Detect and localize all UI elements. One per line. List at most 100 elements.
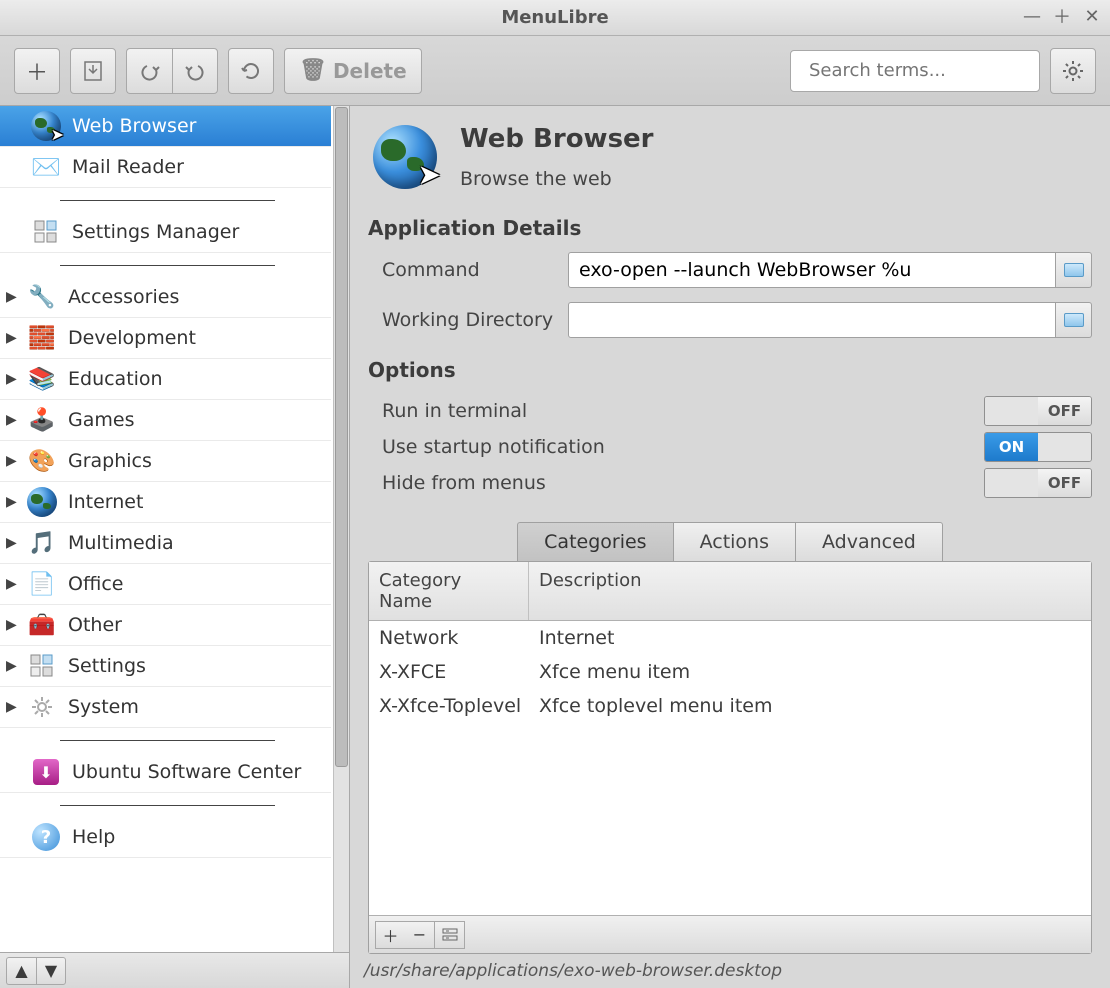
window-controls: — ＋ ✕ — [1020, 4, 1104, 28]
entry-header: ➤ Web Browser Browse the web — [368, 120, 1092, 206]
help-icon: ? — [30, 821, 62, 853]
command-label: Command — [368, 259, 558, 281]
option-toggle[interactable]: ONOFF — [984, 432, 1092, 462]
sidebar-item[interactable]: Settings Manager — [0, 212, 331, 253]
working-directory-input[interactable] — [568, 302, 1056, 338]
category-description: Xfce menu item — [539, 661, 690, 683]
toolbar: ＋ 🗑 Delete — [0, 36, 1110, 106]
refresh-button[interactable] — [228, 48, 274, 94]
option-row: Hide from menusONOFF — [368, 468, 1092, 498]
expand-icon: ▶ — [6, 658, 16, 674]
command-input[interactable] — [568, 252, 1056, 288]
sidebar-item[interactable]: ✉️Mail Reader — [0, 147, 331, 188]
expand-icon: ▶ — [6, 289, 16, 305]
clear-icon — [442, 927, 458, 943]
sidebar-item[interactable]: ▶📄Office — [0, 564, 331, 605]
category-row[interactable]: NetworkInternet — [369, 621, 1091, 655]
sidebar-item[interactable]: ▶ 🧰 Other — [0, 605, 331, 646]
titlebar: MenuLibre — ＋ ✕ — [0, 0, 1110, 36]
entry-description[interactable]: Browse the web — [460, 168, 654, 190]
close-button[interactable]: ✕ — [1080, 4, 1104, 28]
sidebar-item[interactable]: ➤ Web Browser — [0, 106, 331, 147]
category-row[interactable]: X-XFCEXfce menu item — [369, 655, 1091, 689]
globe-icon — [26, 486, 58, 518]
category-clear-button[interactable] — [435, 921, 465, 949]
expand-icon: ▶ — [6, 412, 16, 428]
category-description: Internet — [539, 627, 614, 649]
sidebar-item-label: Web Browser — [72, 115, 196, 137]
save-button[interactable] — [70, 48, 116, 94]
scrollbar[interactable] — [333, 106, 349, 952]
tab-actions[interactable]: Actions — [673, 522, 796, 562]
graphics-icon: 🎨 — [26, 445, 58, 477]
tab-categories[interactable]: Categories — [517, 522, 672, 562]
sidebar-item[interactable]: ▶📚Education — [0, 359, 331, 400]
categories-body[interactable]: NetworkInternetX-XFCEXfce menu itemX-Xfc… — [369, 621, 1091, 915]
sidebar-item[interactable]: ▶Settings — [0, 646, 331, 687]
sidebar-item-label: Help — [72, 826, 115, 848]
sidebar: ➤ Web Browser ✉️Mail Reader Settings Manage… — [0, 106, 350, 988]
categories-header: Category Name Description — [369, 562, 1091, 621]
delete-label: Delete — [333, 59, 407, 83]
sidebar-item[interactable]: ▶System — [0, 687, 331, 728]
delete-button[interactable]: 🗑 Delete — [284, 48, 422, 94]
sidebar-item[interactable]: ▶Internet — [0, 482, 331, 523]
sidebar-item[interactable]: ▶ 🎨 Graphics — [0, 441, 331, 482]
move-up-button[interactable]: ▲ — [6, 957, 36, 985]
sidebar-item[interactable]: ▶🔧Accessories — [0, 277, 331, 318]
option-toggle[interactable]: ONOFF — [984, 396, 1092, 426]
sidebar-item[interactable]: ? Help — [0, 817, 331, 858]
statusbar: /usr/share/applications/exo-web-browser.… — [350, 954, 1110, 988]
trash-icon: 🗑 — [299, 58, 327, 83]
undo-button[interactable] — [126, 48, 172, 94]
column-category-name[interactable]: Category Name — [369, 562, 529, 620]
sidebar-footer: ▲ ▼ — [0, 952, 349, 988]
working-directory-browse-button[interactable] — [1056, 302, 1092, 338]
toggle-on: ON — [985, 433, 1038, 461]
tab-advanced[interactable]: Advanced — [796, 522, 943, 562]
development-icon: 🧱 — [26, 322, 58, 354]
category-row[interactable]: X-Xfce-ToplevelXfce toplevel menu item — [369, 689, 1091, 723]
search-input[interactable] — [809, 60, 1034, 81]
maximize-button[interactable]: ＋ — [1050, 4, 1074, 28]
redo-button[interactable] — [172, 48, 218, 94]
command-row: Command — [368, 252, 1092, 288]
sidebar-list[interactable]: ➤ Web Browser ✉️Mail Reader Settings Manage… — [0, 106, 349, 952]
sidebar-item[interactable]: ▶🎵Multimedia — [0, 523, 331, 564]
globe-icon: ➤ — [373, 125, 437, 189]
sidebar-divider — [0, 728, 331, 752]
body: ➤ Web Browser ✉️Mail Reader Settings Manage… — [0, 106, 1110, 988]
globe-cursor-icon: ➤ — [30, 110, 62, 142]
sidebar-item-label: Mail Reader — [72, 156, 184, 178]
entry-icon[interactable]: ➤ — [368, 120, 442, 194]
move-down-button[interactable]: ▼ — [36, 957, 66, 985]
sidebar-item-label: Development — [68, 327, 196, 349]
entry-name[interactable]: Web Browser — [460, 124, 654, 154]
categories-table: Category Name Description NetworkInterne… — [368, 561, 1092, 954]
sidebar-item-label: Other — [68, 614, 122, 636]
category-add-button[interactable]: ＋ — [375, 921, 405, 949]
column-description[interactable]: Description — [529, 562, 652, 620]
sidebar-item-label: Graphics — [68, 450, 152, 472]
search-box[interactable] — [790, 50, 1040, 92]
command-browse-button[interactable] — [1056, 252, 1092, 288]
add-button[interactable]: ＋ — [14, 48, 60, 94]
category-name: Network — [379, 627, 539, 649]
gear-icon — [1061, 59, 1085, 83]
category-remove-button[interactable]: − — [405, 921, 435, 949]
expand-icon: ▶ — [6, 617, 16, 633]
settings-button[interactable] — [1050, 48, 1096, 94]
sidebar-item[interactable]: ⬇Ubuntu Software Center — [0, 752, 331, 793]
sidebar-item[interactable]: ▶🕹️Games — [0, 400, 331, 441]
option-toggle[interactable]: ONOFF — [984, 468, 1092, 498]
folder-icon — [1064, 263, 1084, 277]
sidebar-item[interactable]: ▶🧱Development — [0, 318, 331, 359]
accessories-icon: 🔧 — [26, 281, 58, 313]
sidebar-item-label: Internet — [68, 491, 143, 513]
folder-icon — [1064, 313, 1084, 327]
expand-icon: ▶ — [6, 576, 16, 592]
minimize-button[interactable]: — — [1020, 4, 1044, 28]
sidebar-item-label: Ubuntu Software Center — [72, 761, 301, 783]
expand-icon: ▶ — [6, 453, 16, 469]
other-icon: 🧰 — [26, 609, 58, 641]
